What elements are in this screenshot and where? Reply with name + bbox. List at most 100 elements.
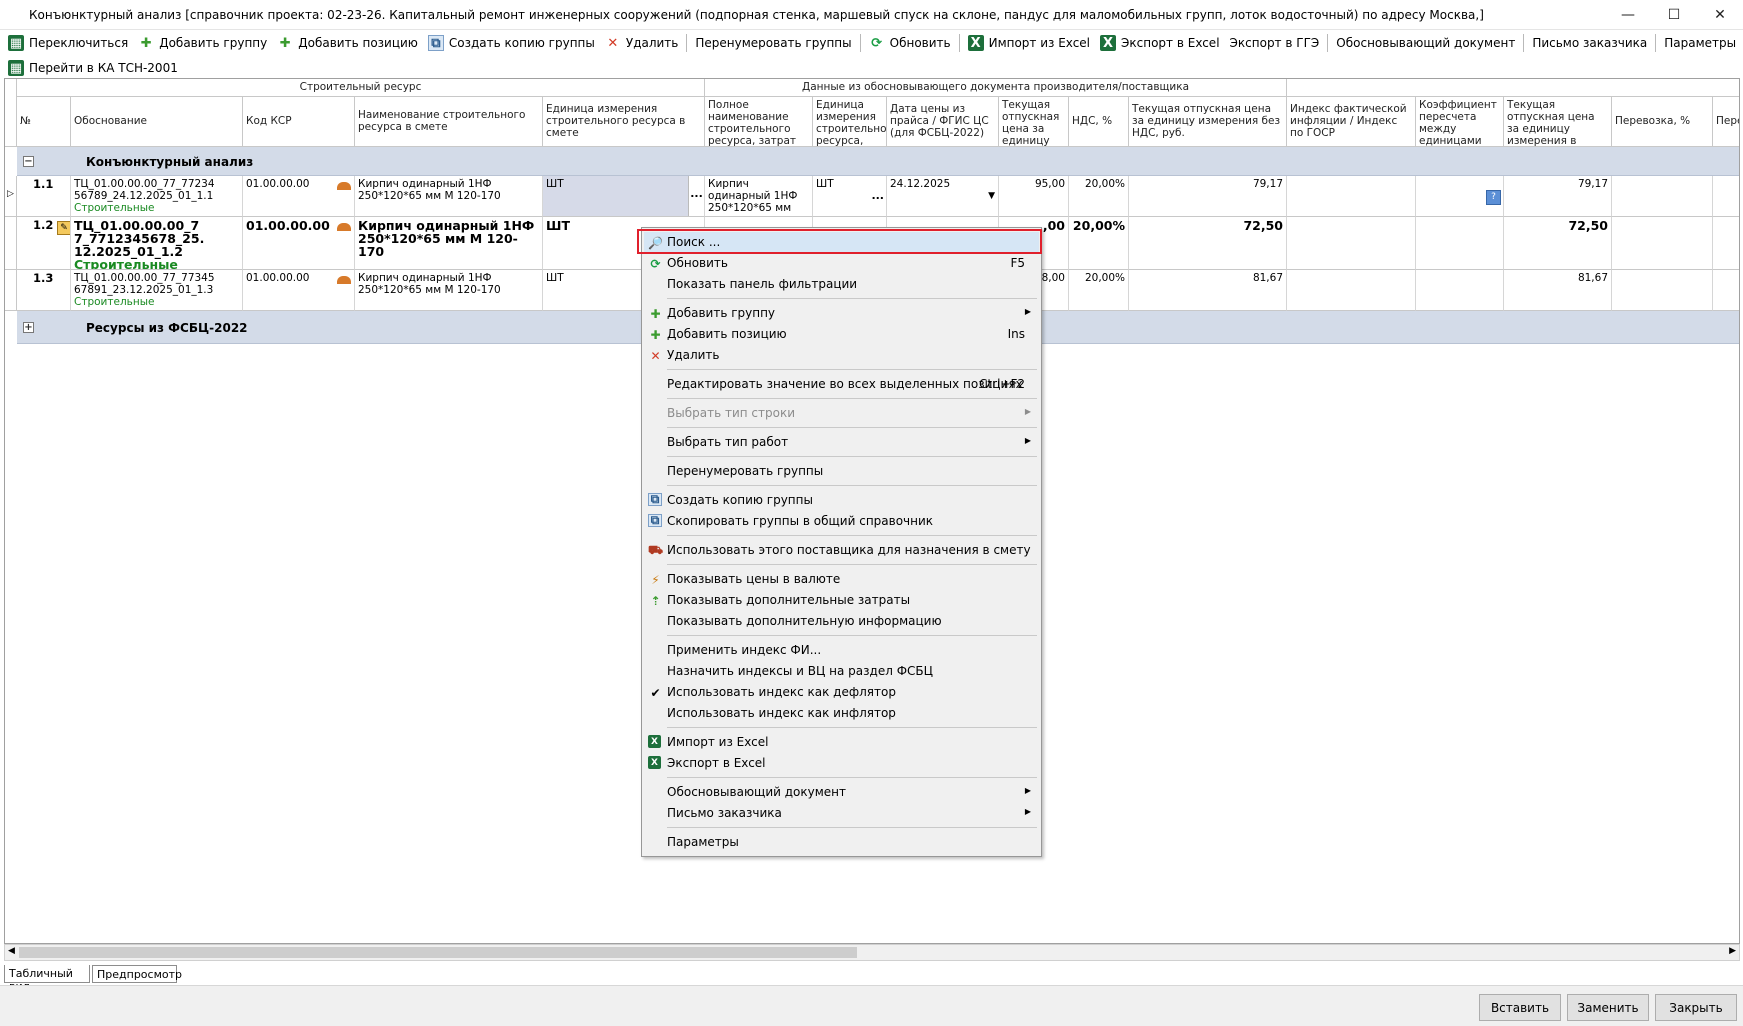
tab-preview[interactable]: Предпросмотр xyxy=(92,965,182,983)
cell-vat[interactable]: 20,00% xyxy=(1069,270,1129,311)
menu-item-import-excel[interactable]: X Импорт из Excel xyxy=(644,732,1039,753)
col-header-extra[interactable]: Пере xyxy=(1713,97,1739,147)
cell-ksr[interactable]: 01.00.00.00 xyxy=(243,176,355,217)
import-excel-button[interactable]: X Импорт из Excel xyxy=(963,32,1095,54)
add-position-button[interactable]: ✚ Добавить позицию xyxy=(272,32,423,54)
col-header-unit2[interactable]: Единица измерения строительног ресурса, xyxy=(813,97,887,147)
dropdown-arrow-icon[interactable]: ▼ xyxy=(988,190,995,202)
cell-basis[interactable]: ТЦ_01.00.00.00_7 7_7712345678_25. 12.202… xyxy=(71,217,243,270)
cell-basis[interactable]: ТЦ_01.00.00.00_77_77345 67891_23.12.2025… xyxy=(71,270,243,311)
col-header-price-novat[interactable]: Текущая отпускная цена за единицу измере… xyxy=(1129,97,1287,147)
col-header-date[interactable]: Дата цены из прайса / ФГИС ЦС (для ФСБЦ-… xyxy=(887,97,999,147)
delete-button[interactable]: ✕ Удалить xyxy=(600,32,684,54)
col-header-index[interactable]: Индекс фактической инфляции / Индекс по … xyxy=(1287,97,1416,147)
switch-button[interactable]: ▦ Переключиться xyxy=(0,32,133,54)
tab-table-view[interactable]: Табличный вид xyxy=(4,965,90,993)
col-header-fullname[interactable]: Полное наименование строительного ресурс… xyxy=(705,97,813,147)
menu-item-show-currency[interactable]: ⚡ Показывать цены в валюте xyxy=(644,569,1039,590)
close-button[interactable]: Закрыть xyxy=(1655,994,1737,1021)
menu-item-copy-group[interactable]: ⧉ Создать копию группы xyxy=(644,490,1039,511)
horizontal-scrollbar[interactable]: ◀ ▶ xyxy=(4,944,1740,961)
menu-item-justify-doc[interactable]: Обосновывающий документ ▶ xyxy=(644,782,1039,803)
cell-extra[interactable] xyxy=(1713,217,1739,270)
collapse-icon[interactable]: − xyxy=(23,156,34,167)
cell-coef[interactable]: ? xyxy=(1416,176,1504,217)
menu-item-use-deflator[interactable]: ✔ Использовать индекс как дефлятор xyxy=(644,682,1039,703)
cell-name[interactable]: Кирпич одинарный 1НФ 250*120*65 мм М 120… xyxy=(355,270,543,311)
cell-num[interactable]: 1.1 xyxy=(17,176,71,217)
col-header-unit[interactable]: Единица измерения строительного ресурса … xyxy=(543,97,705,147)
cell-index[interactable] xyxy=(1287,217,1416,270)
col-header-price-est[interactable]: Текущая отпускная цена за единицу измере… xyxy=(1504,97,1612,147)
scroll-thumb[interactable] xyxy=(19,947,857,958)
cell-coef[interactable] xyxy=(1416,217,1504,270)
menu-item-show-extra-costs[interactable]: ⇡ Показывать дополнительные затраты xyxy=(644,590,1039,611)
cell-name[interactable]: Кирпич одинарный 1НФ 250*120*65 мм М 120… xyxy=(355,176,543,217)
cell-index[interactable] xyxy=(1287,270,1416,311)
customer-letter-button[interactable]: Письмо заказчика xyxy=(1527,32,1652,54)
maximize-button[interactable]: ☐ xyxy=(1651,0,1697,30)
col-header-basis[interactable]: Обоснование xyxy=(71,97,243,147)
col-header-transport[interactable]: Перевозка, % xyxy=(1612,97,1713,147)
export-excel-button[interactable]: X Экспорт в Excel xyxy=(1095,32,1225,54)
col-header-num[interactable]: № xyxy=(17,97,71,147)
col-header-ksr[interactable]: Код КСР xyxy=(243,97,355,147)
menu-item-show-extra-info[interactable]: Показывать дополнительную информацию xyxy=(644,611,1039,632)
cell-ksr[interactable]: 01.00.00.00 xyxy=(243,270,355,311)
menu-item-use-supplier[interactable]: ⛟ Использовать этого поставщика для назна… xyxy=(644,540,1039,561)
ellipsis-button[interactable]: ... xyxy=(688,176,704,216)
add-group-button[interactable]: ✚ Добавить группу xyxy=(133,32,272,54)
insert-button[interactable]: Вставить xyxy=(1479,994,1561,1021)
copy-group-button[interactable]: ⧉ Создать копию группы xyxy=(423,32,600,54)
renumber-button[interactable]: Перенумеровать группы xyxy=(690,32,856,54)
cell-price-est[interactable]: 79,17 xyxy=(1504,176,1612,217)
export-gge-button[interactable]: Экспорт в ГГЭ xyxy=(1225,32,1325,54)
menu-item-add-position[interactable]: ✚ Добавить позицию Ins xyxy=(644,324,1039,345)
scroll-right-icon[interactable]: ▶ xyxy=(1729,946,1736,956)
menu-item-renumber[interactable]: Перенумеровать группы xyxy=(644,461,1039,482)
cell-price-novat[interactable]: 79,17 xyxy=(1129,176,1287,217)
params-button[interactable]: Параметры xyxy=(1659,32,1741,54)
cell-transport[interactable] xyxy=(1612,176,1713,217)
cell-coef[interactable] xyxy=(1416,270,1504,311)
cell-extra[interactable] xyxy=(1713,176,1739,217)
cell-transport[interactable] xyxy=(1612,270,1713,311)
menu-item-work-type[interactable]: Выбрать тип работ ▶ xyxy=(644,432,1039,453)
menu-item-customer-letter[interactable]: Письмо заказчика ▶ xyxy=(644,803,1039,824)
col-header-coef[interactable]: Коэффициент пересчета между единицами xyxy=(1416,97,1504,147)
cell-unit[interactable]: ШТ ... xyxy=(543,176,705,217)
scroll-left-icon[interactable]: ◀ xyxy=(8,946,15,956)
cell-basis[interactable]: ТЦ_01.00.00.00_77_77234 56789_24.12.2025… xyxy=(71,176,243,217)
col-header-vat[interactable]: НДС, % xyxy=(1069,97,1129,147)
cell-price[interactable]: 95,00 xyxy=(999,176,1069,217)
refresh-button[interactable]: ⟳ Обновить xyxy=(864,32,956,54)
minimize-button[interactable]: — xyxy=(1605,0,1651,30)
expand-icon[interactable]: + xyxy=(23,322,34,333)
cell-vat[interactable]: 20,00% xyxy=(1069,217,1129,270)
menu-item-params[interactable]: Параметры xyxy=(644,832,1039,853)
cell-price-novat[interactable]: 81,67 xyxy=(1129,270,1287,311)
menu-item-filter-panel[interactable]: Показать панель фильтрации xyxy=(644,274,1039,295)
goto-tsn-button[interactable]: ▦ Перейти в КА ТСН-2001 xyxy=(0,57,183,79)
cell-extra[interactable] xyxy=(1713,270,1739,311)
cell-transport[interactable] xyxy=(1612,217,1713,270)
menu-item-export-excel[interactable]: X Экспорт в Excel xyxy=(644,753,1039,774)
cell-name[interactable]: Кирпич одинарный 1НФ 250*120*65 мм М 120… xyxy=(355,217,543,270)
cell-price-novat[interactable]: 72,50 xyxy=(1129,217,1287,270)
cell-ksr[interactable]: 01.00.00.00 xyxy=(243,217,355,270)
replace-button[interactable]: Заменить xyxy=(1567,994,1649,1021)
cell-num[interactable]: 1.3 xyxy=(17,270,71,311)
menu-item-assign-index[interactable]: Назначить индексы и ВЦ на раздел ФСБЦ xyxy=(644,661,1039,682)
cell-vat[interactable]: 20,00% xyxy=(1069,176,1129,217)
menu-item-copy-to-common[interactable]: ⧉ Скопировать группы в общий справочник xyxy=(644,511,1039,532)
menu-item-add-group[interactable]: ✚ Добавить группу ▶ xyxy=(644,303,1039,324)
cell-num[interactable]: 1.2 ✎ xyxy=(17,217,71,270)
cell-unit2[interactable]: ШТ ... xyxy=(813,176,887,217)
close-window-button[interactable]: ✕ xyxy=(1697,0,1743,30)
justify-doc-button[interactable]: Обосновывающий документ xyxy=(1331,32,1520,54)
cell-index[interactable] xyxy=(1287,176,1416,217)
col-header-price[interactable]: Текущая отпускная цена за единицу xyxy=(999,97,1069,147)
cell-fullname[interactable]: Кирпич одинарный 1НФ 250*120*65 мм xyxy=(705,176,813,217)
ellipsis-button[interactable]: ... xyxy=(871,190,884,202)
menu-item-edit-all[interactable]: Редактировать значение во всех выделенны… xyxy=(644,374,1039,395)
